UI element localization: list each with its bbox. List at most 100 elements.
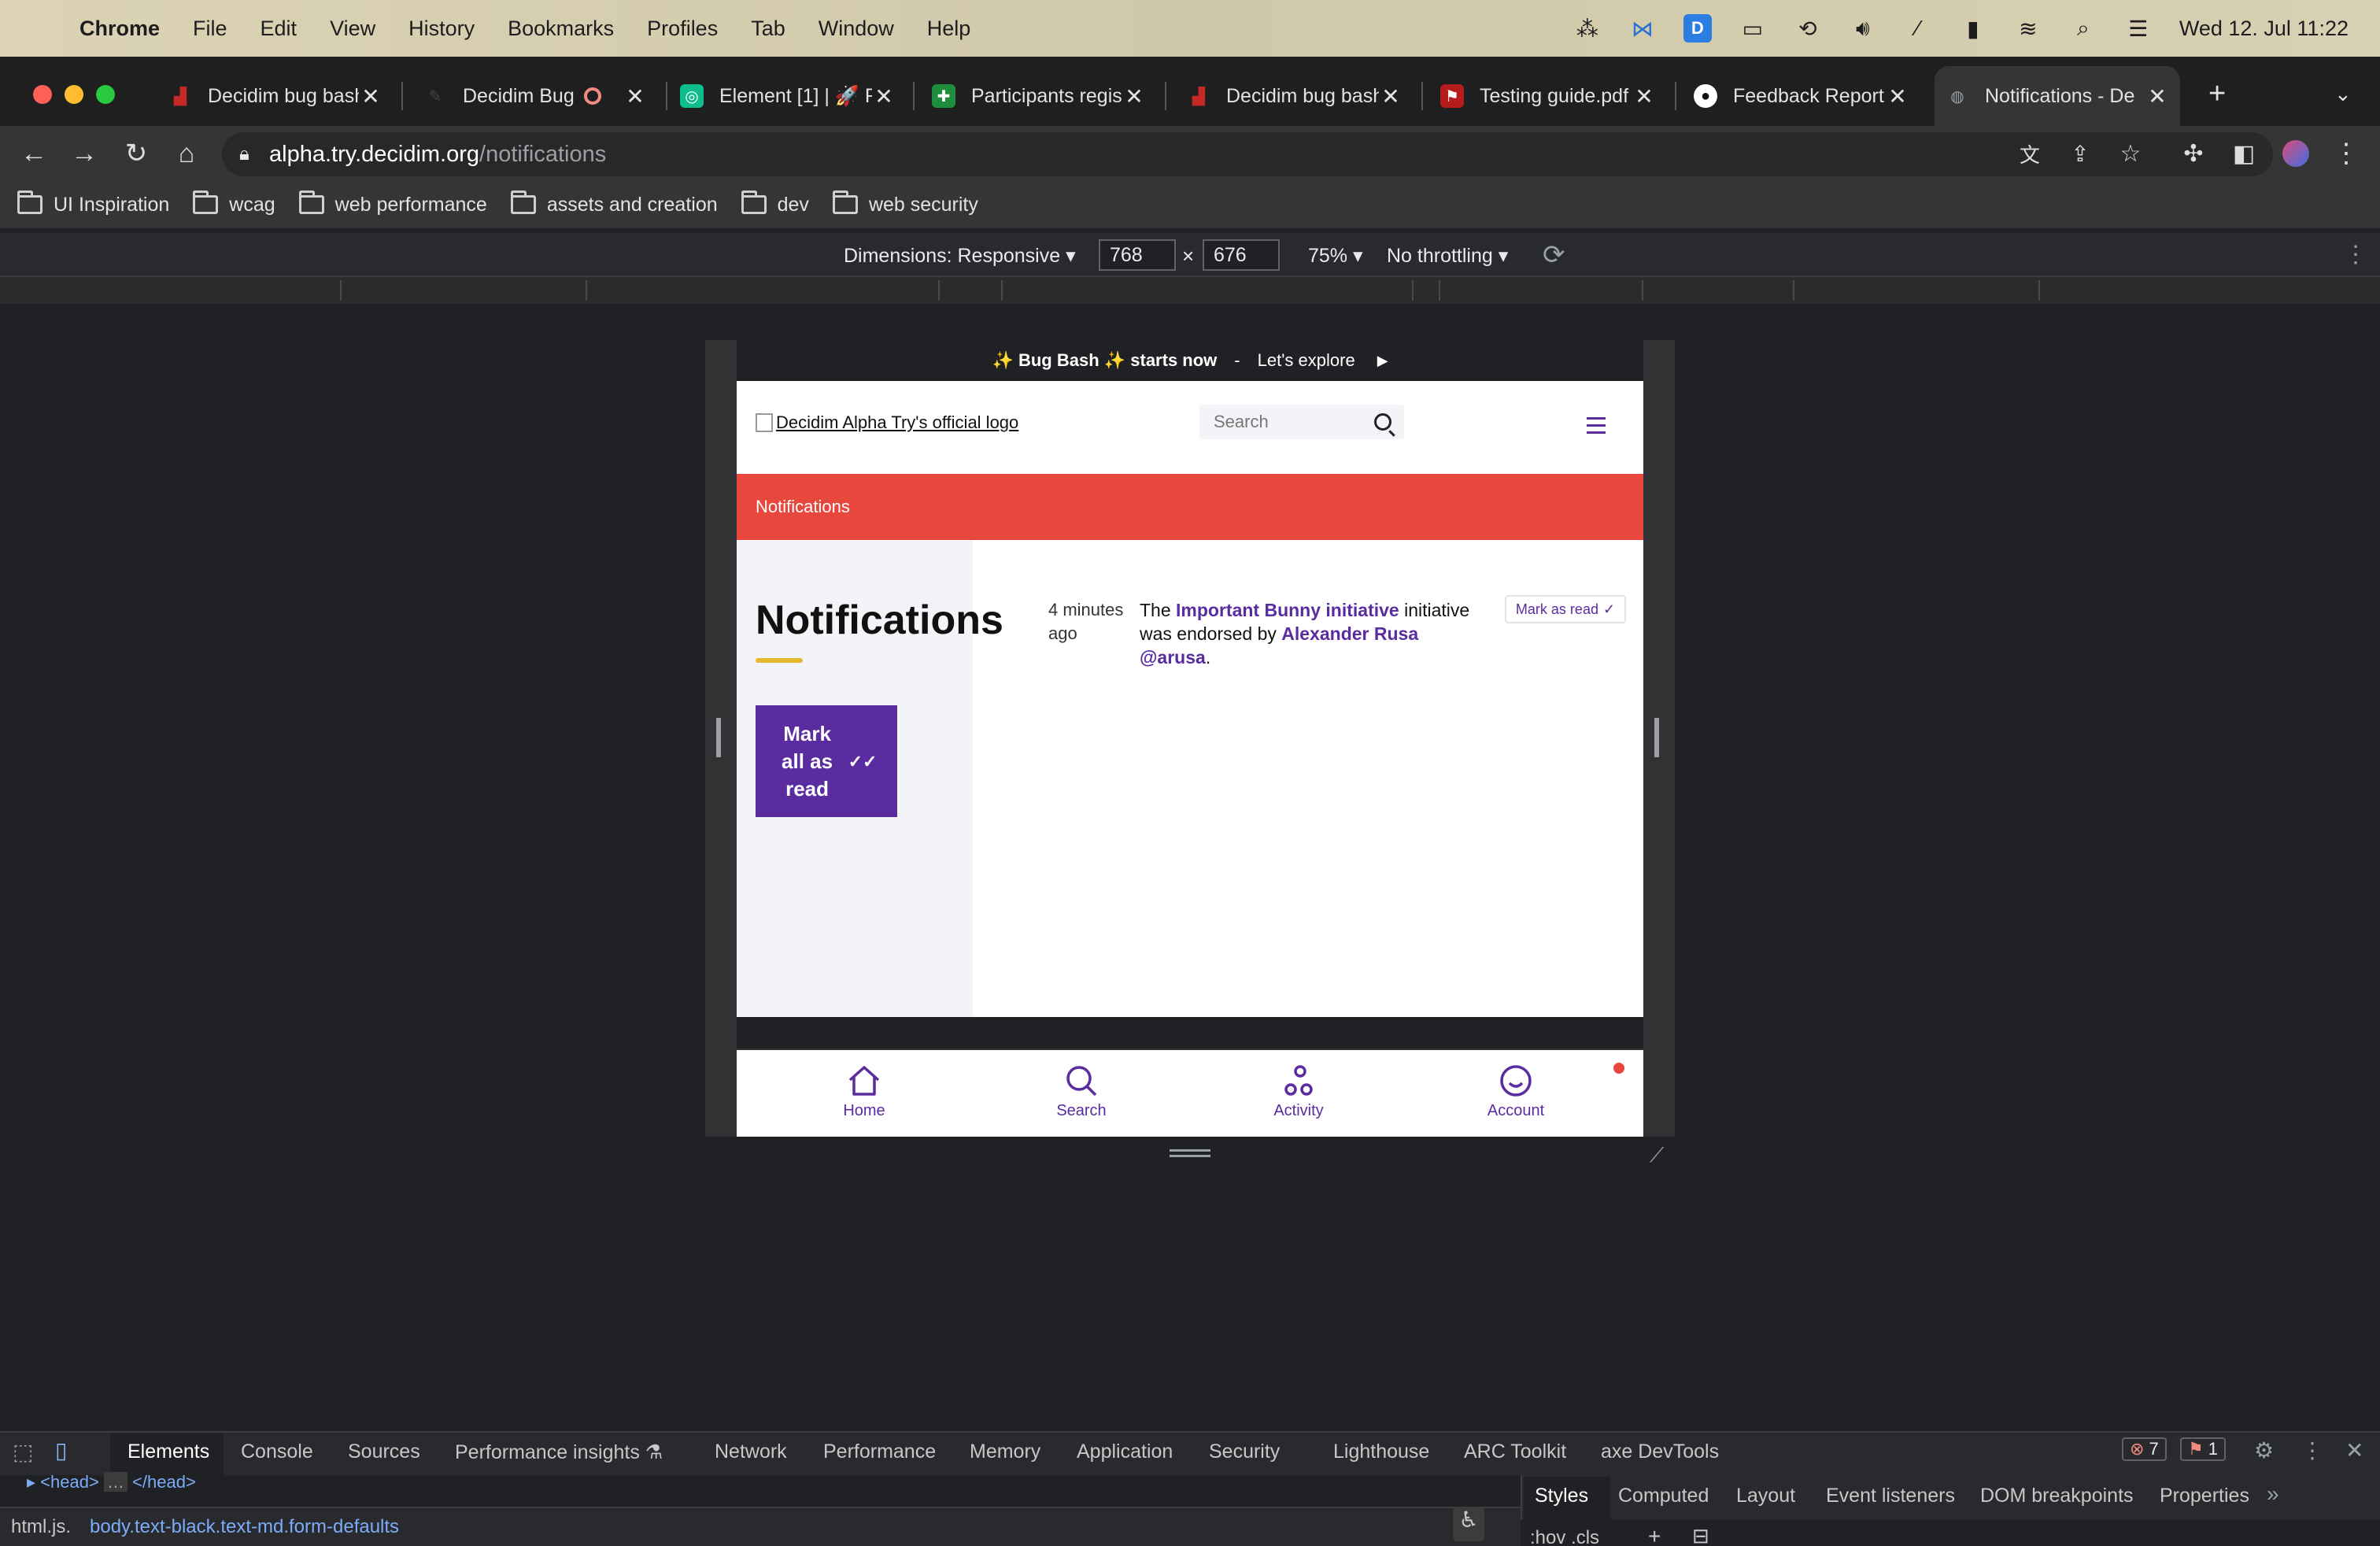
- devtools-tab-axe[interactable]: axe DevTools: [1601, 1441, 1719, 1463]
- battery-icon[interactable]: ▮: [1959, 14, 1987, 43]
- bug-bash-banner[interactable]: ✨ Bug Bash ✨ starts now - Let's explore …: [737, 340, 1643, 381]
- tab-decidim-bug[interactable]: ✎ Decidim Bug ✕: [412, 66, 658, 126]
- devtools-more-icon[interactable]: ⋮: [2301, 1437, 2323, 1463]
- devtools-tab-console[interactable]: Console: [241, 1441, 313, 1463]
- device-toggle-icon[interactable]: ▯: [55, 1437, 67, 1463]
- bookmark-folder-assets-and-creation[interactable]: assets and creation: [510, 190, 718, 216]
- issue-count-badge[interactable]: ⚑ 1: [2180, 1437, 2226, 1461]
- time-machine-icon[interactable]: ⟲: [1794, 14, 1822, 43]
- close-tab-icon[interactable]: ✕: [359, 83, 382, 109]
- bookmark-folder-dev[interactable]: dev: [741, 190, 809, 216]
- nav-activity[interactable]: Activity: [1236, 1064, 1362, 1120]
- more-tabs-chevron-icon[interactable]: »: [2267, 1481, 2279, 1507]
- breadcrumb-current[interactable]: Notifications: [756, 497, 850, 517]
- mark-as-read-button[interactable]: Mark as read ✓: [1505, 595, 1626, 623]
- devtools-close-icon[interactable]: ✕: [2345, 1437, 2363, 1463]
- reload-icon[interactable]: ↻: [118, 135, 154, 172]
- wifi-icon[interactable]: ≋: [2014, 14, 2042, 43]
- menu-help[interactable]: Help: [911, 17, 988, 41]
- devtools-tab-performance[interactable]: Performance: [823, 1441, 936, 1463]
- menu-view[interactable]: View: [313, 17, 392, 41]
- menu-bookmarks[interactable]: Bookmarks: [491, 17, 630, 41]
- devtools-tab-network[interactable]: Network: [715, 1441, 787, 1463]
- devtools-tab-elements[interactable]: Elements: [128, 1441, 209, 1463]
- bookmark-folder-wcag[interactable]: wcag: [193, 190, 275, 216]
- minimize-window-button[interactable]: [65, 85, 83, 104]
- styles-tab-layout[interactable]: Layout: [1736, 1485, 1795, 1507]
- close-tab-icon[interactable]: ✕: [1886, 83, 1909, 109]
- dom-ellipsis[interactable]: …: [103, 1472, 128, 1492]
- rotate-icon[interactable]: ⟳: [1543, 239, 1565, 271]
- styles-tab-computed[interactable]: Computed: [1618, 1485, 1709, 1507]
- menu-profiles[interactable]: Profiles: [630, 17, 734, 41]
- close-tab-icon[interactable]: ✕: [1632, 83, 1656, 109]
- bookmark-folder-web-performance[interactable]: web performance: [298, 190, 487, 216]
- chrome-menu-icon[interactable]: ⋮: [2328, 135, 2364, 172]
- mute-icon[interactable]: ⁄: [1904, 14, 1932, 43]
- translate-icon[interactable]: 文: [2012, 135, 2048, 172]
- resize-handle-right[interactable]: [1654, 718, 1659, 757]
- side-panel-icon[interactable]: ◧: [2226, 135, 2262, 172]
- close-tab-icon[interactable]: ✕: [1379, 83, 1402, 109]
- computed-sidebar-icon[interactable]: ⊟: [1692, 1524, 1709, 1546]
- volume-icon[interactable]: 🔊︎: [1849, 14, 1877, 43]
- menu-app-name[interactable]: Chrome: [63, 17, 176, 41]
- d-app-icon[interactable]: D: [1683, 14, 1712, 43]
- bookmark-folder-ui-inspiration[interactable]: UI Inspiration: [17, 190, 169, 216]
- nav-search[interactable]: Search: [1018, 1064, 1144, 1120]
- crumb-body[interactable]: body.text-black.text-md.form-defaults: [90, 1516, 399, 1538]
- lock-icon[interactable]: 🔒︎: [239, 143, 261, 165]
- devtools-tab-security[interactable]: Security: [1209, 1441, 1280, 1463]
- viewport-height-input[interactable]: [1203, 239, 1280, 271]
- tab-notifications[interactable]: ◍ Notifications - De ✕: [1935, 66, 2180, 126]
- tab-participants-registration[interactable]: ✚ Participants regis ✕: [921, 66, 1157, 126]
- hamburger-menu-icon[interactable]: [1587, 417, 1606, 435]
- butterfly-icon[interactable]: ⋈: [1628, 14, 1657, 43]
- dimensions-dropdown[interactable]: Dimensions: Responsive ▾: [844, 244, 1076, 268]
- styles-tab-styles[interactable]: Styles: [1535, 1485, 1588, 1507]
- nav-home[interactable]: Home: [801, 1064, 927, 1120]
- devtools-tab-lighthouse[interactable]: Lighthouse: [1333, 1441, 1429, 1463]
- control-center-icon[interactable]: ☰: [2124, 14, 2153, 43]
- initiative-link[interactable]: Important Bunny initiative: [1176, 600, 1399, 620]
- close-window-button[interactable]: [33, 85, 52, 104]
- zoom-window-button[interactable]: [96, 85, 115, 104]
- devtools-settings-gear-icon[interactable]: ⚙: [2254, 1437, 2274, 1463]
- tab-search-chevron-down-icon[interactable]: ⌄: [2334, 82, 2352, 106]
- devtools-tab-memory[interactable]: Memory: [970, 1441, 1040, 1463]
- menubar-clock[interactable]: Wed 12. Jul 11:22: [2179, 17, 2349, 41]
- tab-feedback-report[interactable]: ● Feedback Report ✕: [1683, 66, 1920, 126]
- devtools-tab-application[interactable]: Application: [1077, 1441, 1173, 1463]
- window-icon[interactable]: ▭: [1739, 14, 1767, 43]
- styles-filter-toggles[interactable]: :hov .cls: [1530, 1527, 1599, 1546]
- menu-edit[interactable]: Edit: [244, 17, 314, 41]
- menu-tab[interactable]: Tab: [734, 17, 802, 41]
- viewport-width-input[interactable]: [1099, 239, 1176, 271]
- styles-tab-dom-breakpoints[interactable]: DOM breakpoints: [1980, 1485, 2134, 1507]
- menu-window[interactable]: Window: [802, 17, 911, 41]
- close-tab-icon[interactable]: ✕: [623, 83, 647, 109]
- device-toolbar-more-icon[interactable]: ⋮: [2344, 241, 2367, 268]
- address-bar[interactable]: 🔒︎ alpha.try.decidim.org/notifications: [222, 132, 2273, 176]
- tab-decidim-bug-bash-2[interactable]: ▟ Decidim bug bash ✕: [1176, 66, 1414, 126]
- bookmark-folder-web-security[interactable]: web security: [832, 190, 978, 216]
- extensions-puzzle-icon[interactable]: ✣: [2175, 135, 2212, 172]
- tab-testing-guide[interactable]: ⚑ Testing guide.pdf ✕: [1429, 66, 1667, 126]
- media-query-bar[interactable]: [0, 277, 2380, 304]
- forward-arrow-icon[interactable]: →: [66, 135, 102, 172]
- dom-head-node[interactable]: ▸ <head> … </head>: [27, 1472, 196, 1492]
- tab-element[interactable]: ◎ Element [1] | 🚀 R ✕: [669, 66, 907, 126]
- site-search-input[interactable]: Search: [1199, 405, 1404, 439]
- back-arrow-icon[interactable]: ←: [16, 135, 52, 172]
- mark-all-read-button[interactable]: Mark all as read ✓✓: [756, 705, 897, 817]
- styles-tab-properties[interactable]: Properties: [2160, 1485, 2249, 1507]
- menu-file[interactable]: File: [176, 17, 244, 41]
- resize-corner-icon[interactable]: ⟋: [1650, 1143, 1664, 1168]
- inspect-element-icon[interactable]: ⬚: [13, 1439, 33, 1465]
- tab-decidim-bug-bash[interactable]: ▟ Decidim bug bash ✕: [157, 66, 394, 126]
- accessibility-icon[interactable]: ♿︎: [1453, 1507, 1484, 1541]
- devtools-tab-arc-toolkit[interactable]: ARC Toolkit: [1464, 1441, 1566, 1463]
- close-tab-icon[interactable]: ✕: [872, 83, 896, 109]
- search-icon[interactable]: [1374, 413, 1391, 431]
- crumb-html[interactable]: html.js.: [11, 1516, 71, 1538]
